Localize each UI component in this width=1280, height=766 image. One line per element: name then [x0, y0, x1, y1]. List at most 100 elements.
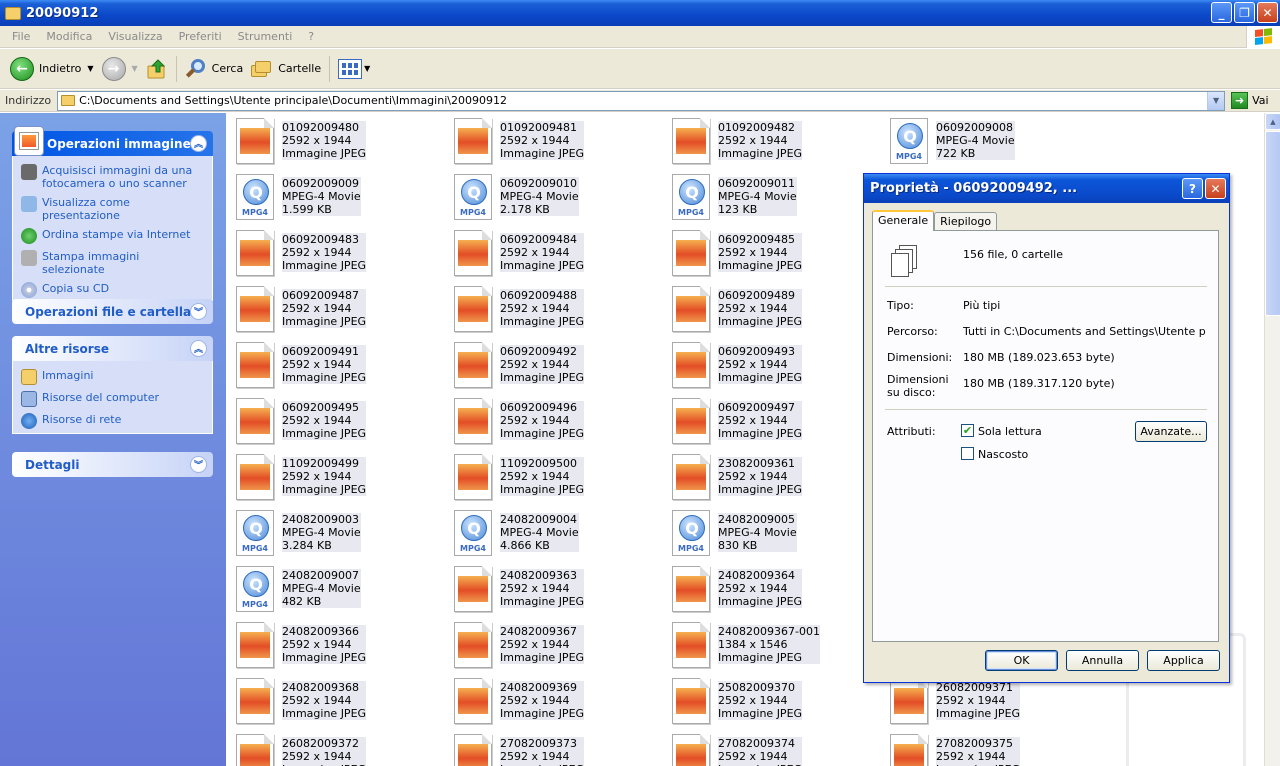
apply-button[interactable]: Applica [1147, 650, 1220, 671]
file-item[interactable]: 06092009497 2592 x 1944 Immagine JPEG [662, 395, 872, 445]
mpeg4-file-icon: Q MPG4 [236, 510, 274, 556]
file-item[interactable]: 270820093742592 x 1944Immagine JPEG [662, 731, 872, 766]
task-print-images[interactable]: Stampa immagini selezionate [21, 250, 204, 276]
file-item[interactable]: 06092009485 2592 x 1944 Immagine JPEG [662, 227, 872, 277]
jpeg-file-icon [236, 118, 274, 164]
details-header[interactable]: Dettagli ︾ [12, 452, 213, 477]
place-my-computer[interactable]: Risorse del computer [21, 391, 204, 407]
file-item[interactable]: Q MPG4 06092009008 MPEG-4 Movie 722 KB [880, 115, 1090, 165]
file-item[interactable]: 01092009481 2592 x 1944 Immagine JPEG [444, 115, 654, 165]
file-item[interactable]: 06092009492 2592 x 1944 Immagine JPEG [444, 339, 654, 389]
forward-arrow-icon: → [101, 56, 126, 81]
file-item[interactable]: 24082009367 2592 x 1944 Immagine JPEG [444, 619, 654, 669]
close-button[interactable]: ✕ [1257, 2, 1278, 23]
file-item[interactable]: 06092009496 2592 x 1944 Immagine JPEG [444, 395, 654, 445]
file-item[interactable]: 24082009369 2592 x 1944 Immagine JPEG [444, 675, 654, 725]
task-copy-cd[interactable]: Copia su CD [21, 282, 204, 298]
go-button[interactable]: ➜ Vai [1231, 92, 1269, 109]
jpeg-file-icon [672, 286, 710, 332]
cancel-button[interactable]: Annulla [1066, 650, 1139, 671]
file-item[interactable]: Q MPG4 06092009011 MPEG-4 Movie 123 KB [662, 171, 872, 221]
file-item[interactable]: 06092009487 2592 x 1944 Immagine JPEG [226, 283, 436, 333]
file-item[interactable]: Q MPG4 06092009010 MPEG-4 Movie 2.178 KB [444, 171, 654, 221]
task-order-prints[interactable]: Ordina stampe via Internet [21, 228, 204, 244]
up-folder-button[interactable] [142, 54, 172, 84]
tab-summary[interactable]: Riepilogo [934, 212, 998, 230]
readonly-checkbox[interactable]: ✔ [961, 424, 974, 437]
file-item[interactable]: 270820093752592 x 1944Immagine JPEG [880, 731, 1090, 766]
advanced-button[interactable]: Avanzate... [1135, 421, 1207, 442]
address-input[interactable]: C:\Documents and Settings\Utente princip… [57, 90, 1226, 111]
address-dropdown-icon[interactable]: ▼ [1207, 91, 1225, 110]
file-item[interactable]: Q MPG4 06092009009 MPEG-4 Movie 1.599 KB [226, 171, 436, 221]
dialog-title-bar[interactable]: Proprietà - 06092009492, ... ? ✕ [864, 174, 1229, 203]
file-item[interactable]: 24082009364 2592 x 1944 Immagine JPEG [662, 563, 872, 613]
views-button[interactable]: ▼ [334, 54, 374, 84]
file-item[interactable]: 01092009480 2592 x 1944 Immagine JPEG [226, 115, 436, 165]
vertical-scrollbar[interactable]: ▲ [1264, 113, 1280, 766]
menu-edit[interactable]: Modifica [38, 30, 100, 43]
other-places-header[interactable]: Altre risorse ︽ [12, 336, 213, 361]
task-scan-images[interactable]: Acquisisci immagini da una fotocamera o … [21, 164, 204, 190]
menu-file[interactable]: File [4, 30, 38, 43]
search-button[interactable]: Cerca [181, 54, 248, 84]
scrollbar-thumb[interactable] [1265, 131, 1280, 316]
file-item[interactable]: Q MPG4 24082009005 MPEG-4 Movie 830 KB [662, 507, 872, 557]
image-tasks-header[interactable]: Operazioni immagine ︽ [12, 125, 213, 156]
menu-help[interactable]: ? [300, 30, 322, 43]
file-item[interactable]: 25082009370 2592 x 1944 Immagine JPEG [662, 675, 872, 725]
file-item[interactable]: 270820093732592 x 1944Immagine JPEG [444, 731, 654, 766]
back-button[interactable]: ← Indietro ▼ [6, 54, 98, 84]
help-button[interactable]: ? [1182, 178, 1203, 199]
file-item[interactable]: 06092009493 2592 x 1944 Immagine JPEG [662, 339, 872, 389]
file-item[interactable]: Q MPG4 24082009007 MPEG-4 Movie 482 KB [226, 563, 436, 613]
collapse-icon[interactable]: ︽ [190, 340, 207, 357]
jpeg-file-icon [672, 734, 710, 766]
window-title-bar[interactable]: 20090912 _ ❐ ✕ [0, 0, 1280, 26]
file-item[interactable]: 24082009363 2592 x 1944 Immagine JPEG [444, 563, 654, 613]
file-detail: MPEG-4 Movie [718, 526, 797, 539]
file-detail: 2592 x 1944 [282, 358, 367, 371]
place-images[interactable]: Immagini [21, 369, 204, 385]
menu-favorites[interactable]: Preferiti [171, 30, 230, 43]
file-item[interactable]: Q MPG4 24082009003 MPEG-4 Movie 3.284 KB [226, 507, 436, 557]
dialog-close-button[interactable]: ✕ [1205, 178, 1226, 199]
file-item[interactable]: 11092009499 2592 x 1944 Immagine JPEG [226, 451, 436, 501]
file-item[interactable]: 24082009366 2592 x 1944 Immagine JPEG [226, 619, 436, 669]
tab-general[interactable]: Generale [872, 210, 935, 231]
chevron-down-icon[interactable]: ▼ [132, 64, 138, 73]
expand-icon[interactable]: ︾ [190, 456, 207, 473]
expand-icon[interactable]: ︾ [190, 303, 207, 320]
file-item[interactable]: 24082009367-001 1384 x 1546 Immagine JPEG [662, 619, 872, 669]
file-item[interactable]: 06092009484 2592 x 1944 Immagine JPEG [444, 227, 654, 277]
place-network[interactable]: Risorse di rete [21, 413, 204, 429]
file-item[interactable]: 06092009489 2592 x 1944 Immagine JPEG [662, 283, 872, 333]
collapse-icon[interactable]: ︽ [190, 135, 207, 152]
file-item[interactable]: 06092009491 2592 x 1944 Immagine JPEG [226, 339, 436, 389]
task-slideshow[interactable]: Visualizza come presentazione [21, 196, 204, 222]
menu-view[interactable]: Visualizza [100, 30, 170, 43]
windows-logo-icon [1246, 26, 1280, 48]
chevron-down-icon[interactable]: ▼ [87, 64, 93, 73]
ok-button[interactable]: OK [985, 650, 1058, 671]
file-item[interactable]: 06092009495 2592 x 1944 Immagine JPEG [226, 395, 436, 445]
minimize-button[interactable]: _ [1211, 2, 1232, 23]
menu-tools[interactable]: Strumenti [230, 30, 301, 43]
file-detail: Immagine JPEG [282, 707, 367, 720]
hidden-checkbox[interactable] [961, 447, 974, 460]
file-item[interactable]: 06092009488 2592 x 1944 Immagine JPEG [444, 283, 654, 333]
file-tasks-header[interactable]: Operazioni file e cartella ︾ [12, 299, 213, 324]
scroll-up-icon[interactable]: ▲ [1265, 113, 1280, 130]
file-item[interactable]: 24082009368 2592 x 1944 Immagine JPEG [226, 675, 436, 725]
file-item[interactable]: 06092009483 2592 x 1944 Immagine JPEG [226, 227, 436, 277]
file-item[interactable]: 23082009361 2592 x 1944 Immagine JPEG [662, 451, 872, 501]
maximize-button[interactable]: ❐ [1234, 2, 1255, 23]
file-item[interactable]: 260820093722592 x 1944Immagine JPEG [226, 731, 436, 766]
folders-button[interactable]: Cartelle [247, 54, 325, 84]
camera-icon [21, 164, 37, 180]
forward-button[interactable]: → ▼ [98, 54, 142, 84]
file-item[interactable]: Q MPG4 24082009004 MPEG-4 Movie 4.866 KB [444, 507, 654, 557]
file-item[interactable]: 01092009482 2592 x 1944 Immagine JPEG [662, 115, 872, 165]
file-item[interactable]: 11092009500 2592 x 1944 Immagine JPEG [444, 451, 654, 501]
chevron-down-icon[interactable]: ▼ [364, 64, 370, 73]
